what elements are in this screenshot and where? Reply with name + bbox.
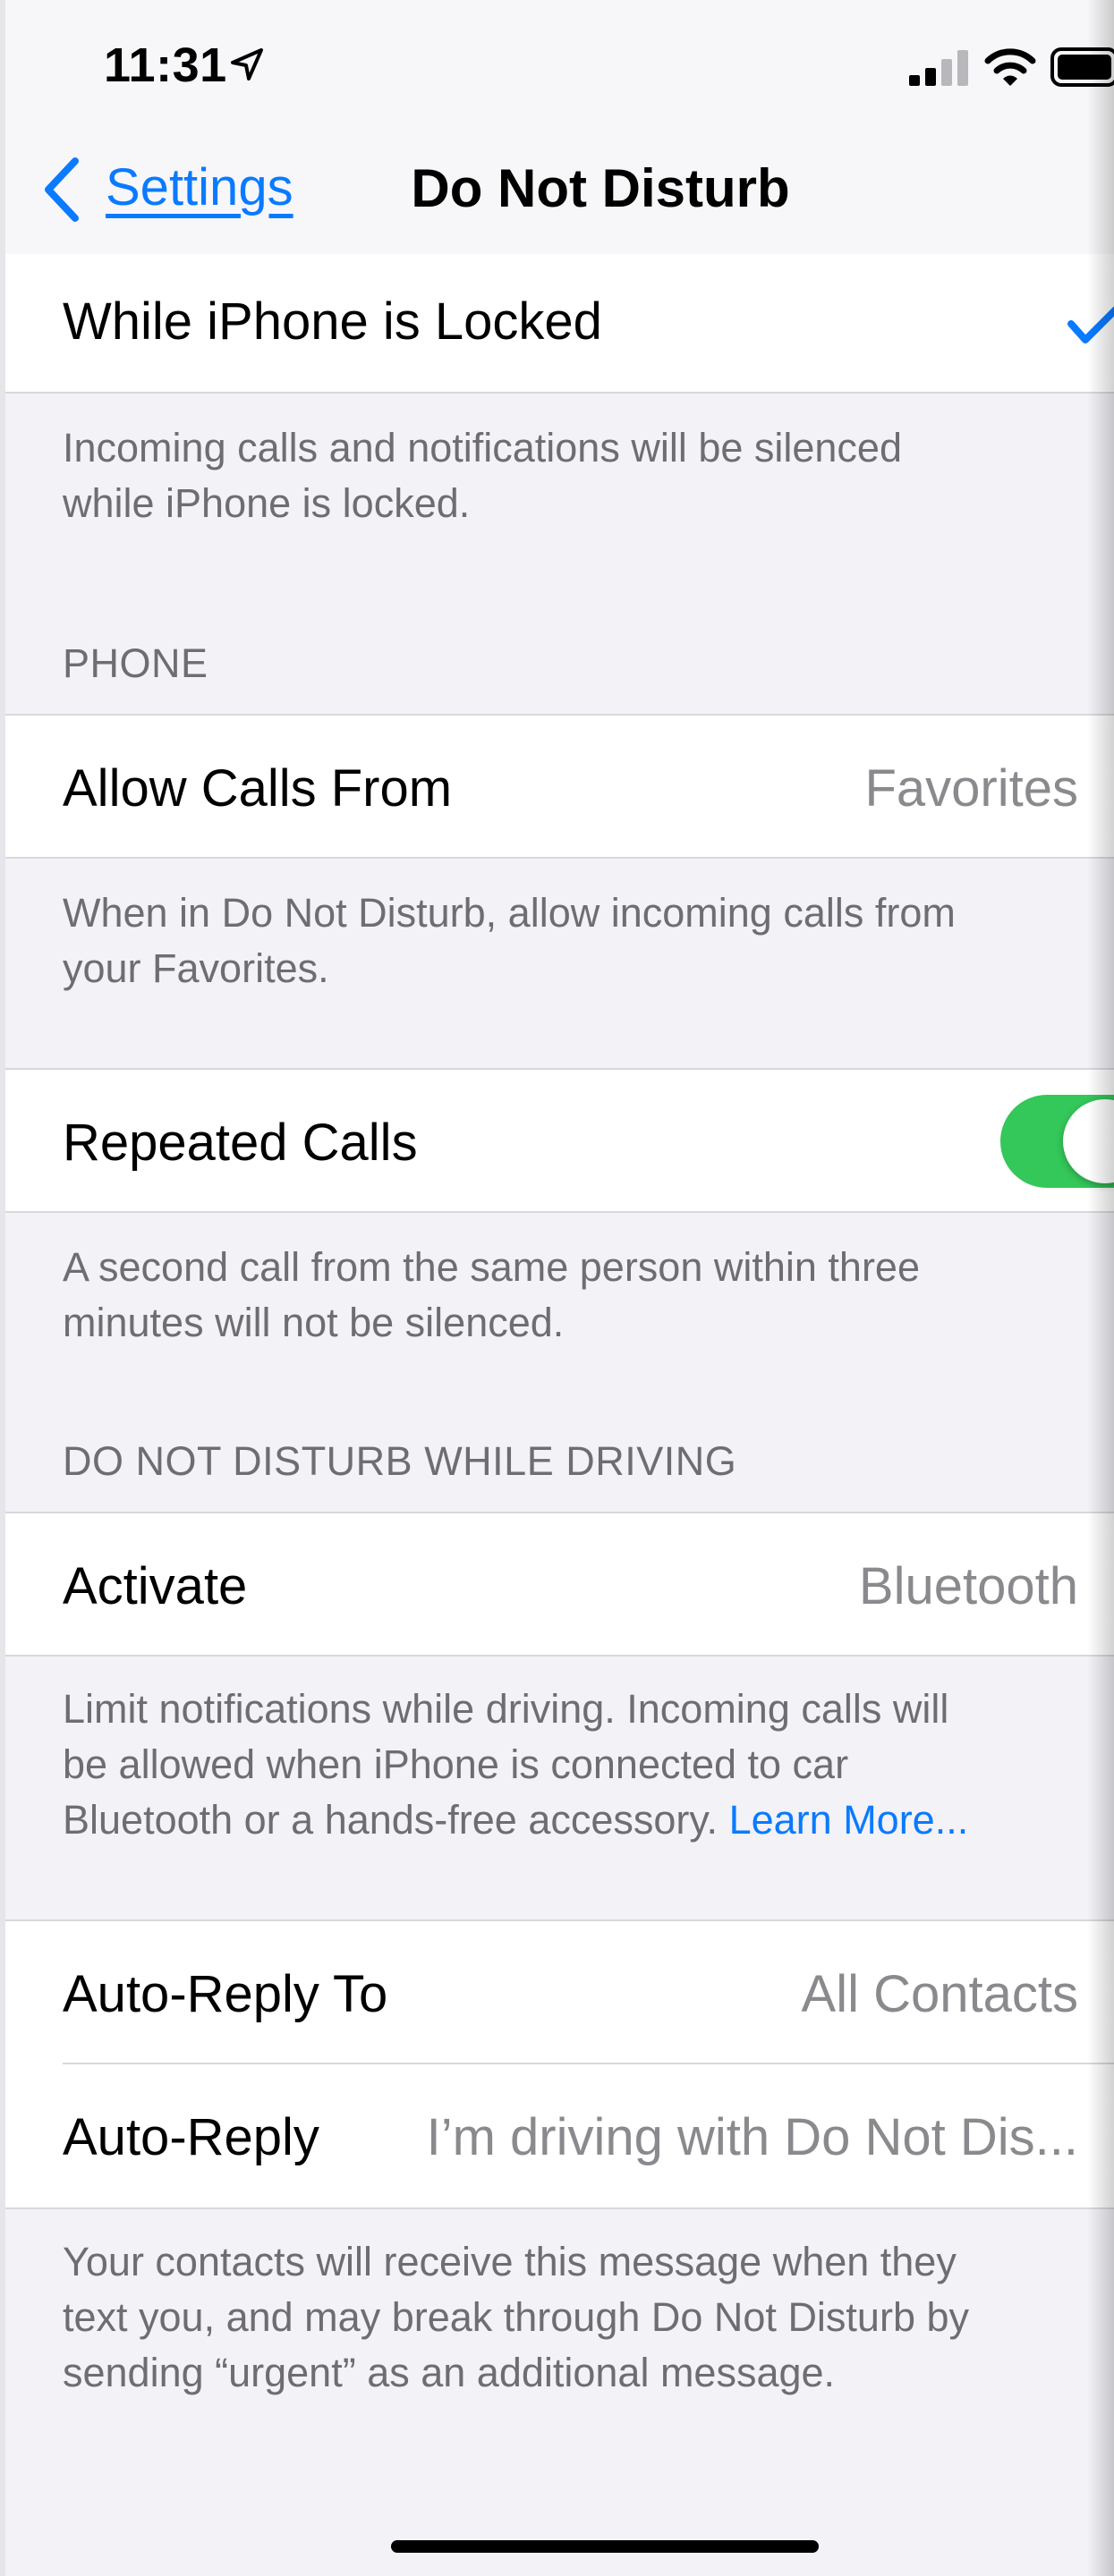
while-locked-row[interactable]: While iPhone is Locked [5, 254, 1114, 392]
checkmark-icon [1067, 306, 1114, 343]
home-indicator[interactable] [391, 2540, 819, 2553]
activate-label: Activate [63, 1557, 248, 1615]
status-time: 11:31 [104, 38, 227, 92]
divider [5, 857, 1114, 859]
auto-reply-to-value: All Contacts [801, 1965, 1078, 2023]
phone-section-header: PHONE [63, 640, 208, 686]
divider [5, 2207, 1114, 2209]
repeated-calls-label: Repeated Calls [63, 1114, 418, 1172]
divider [5, 1211, 1114, 1213]
toggle-knob [1063, 1099, 1114, 1183]
allow-calls-from-row[interactable]: Allow Calls From Favorites [5, 716, 1114, 857]
activate-value: Bluetooth [858, 1557, 1078, 1615]
activate-row[interactable]: Activate Bluetooth [5, 1513, 1114, 1655]
divider [5, 1655, 1114, 1657]
battery-icon [1050, 47, 1114, 87]
auto-reply-value: I’m driving with Do Not Dis... [426, 2108, 1078, 2166]
auto-reply-to-label: Auto-Reply To [63, 1965, 388, 2023]
allow-calls-from-value: Favorites [864, 759, 1078, 818]
activate-footer: Limit notifications while driving. Incom… [63, 1686, 969, 1843]
repeated-calls-footer: A second call from the same person withi… [63, 1244, 920, 1345]
repeated-calls-toggle[interactable] [1000, 1095, 1114, 1188]
auto-reply-label: Auto-Reply [63, 2108, 319, 2166]
status-bar: 11:31 [5, 0, 1114, 134]
repeated-calls-row: Repeated Calls [5, 1070, 1114, 1211]
do-not-disturb-screen: 11:31 Settings Do Not Disturb While iPho… [5, 0, 1114, 2576]
locked-footer: Incoming calls and notifications will be… [63, 425, 902, 526]
auto-reply-row[interactable]: Auto-Reply I’m driving with Do Not Dis..… [5, 2064, 1114, 2207]
learn-more-link[interactable]: Learn More... [729, 1797, 969, 1843]
page-title: Do Not Disturb [411, 158, 790, 218]
allow-calls-footer: When in Do Not Disturb, allow incoming c… [63, 890, 956, 991]
allow-calls-from-label: Allow Calls From [63, 759, 453, 818]
auto-reply-footer: Your contacts will receive this message … [63, 2239, 970, 2395]
cellular-signal-icon [909, 50, 968, 86]
while-locked-label: While iPhone is Locked [63, 292, 602, 351]
divider [5, 392, 1114, 394]
wifi-icon [984, 48, 1036, 86]
location-arrow-icon [231, 48, 263, 80]
driving-section-header: DO NOT DISTURB WHILE DRIVING [63, 1438, 737, 1484]
navigation-bar: Settings Do Not Disturb [5, 134, 1114, 256]
auto-reply-to-row[interactable]: Auto-Reply To All Contacts [5, 1921, 1114, 2064]
